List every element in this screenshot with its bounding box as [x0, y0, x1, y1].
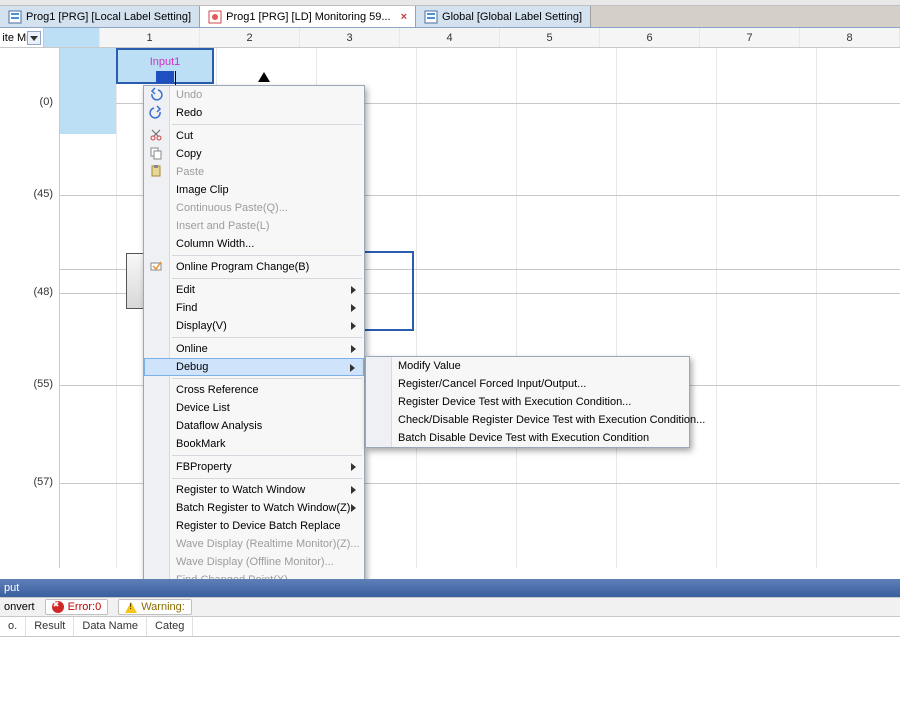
menu-cut[interactable]: Cut: [144, 127, 364, 145]
program-icon: [8, 10, 22, 24]
ruler-col: 6: [600, 28, 700, 47]
submenu-check-disable-register-device-test-with-execution-condition[interactable]: Check/Disable Register Device Test with …: [366, 411, 689, 429]
context-menu: UndoRedo CutCopyPasteImage ClipContinuous…: [143, 85, 365, 654]
menu-wave-display-realtime-monitor-z: Wave Display (Realtime Monitor)(Z)...: [144, 535, 364, 553]
panel-titlebar: put: [0, 579, 900, 597]
col-no: o.: [0, 617, 26, 636]
submenu-modify-value[interactable]: Modify Value: [366, 357, 689, 375]
warning-text: Warning:: [141, 601, 185, 613]
menu-paste: Paste: [144, 163, 364, 181]
row-number: (55): [33, 378, 53, 390]
menu-register-to-watch-window[interactable]: Register to Watch Window: [144, 481, 364, 499]
menu-display-v[interactable]: Display(V): [144, 317, 364, 335]
menu-cross-reference[interactable]: Cross Reference: [144, 381, 364, 399]
ruler-col: 8: [800, 28, 900, 47]
selection-handle: [156, 71, 174, 83]
selection-band: [60, 48, 116, 134]
panel-title: put: [0, 582, 19, 594]
redo-icon: [149, 105, 165, 121]
menu-image-clip[interactable]: Image Clip: [144, 181, 364, 199]
ladder-workspace: (0) (45) (48) (55) (57) Input1: [0, 48, 900, 568]
status-row: onvert Error:0 Warning:: [0, 597, 900, 617]
error-pill[interactable]: Error:0: [45, 599, 109, 615]
tab-global-label[interactable]: Global [Global Label Setting]: [416, 6, 591, 27]
row-number: (48): [33, 286, 53, 298]
menu-copy[interactable]: Copy: [144, 145, 364, 163]
menu-undo: Undo: [144, 86, 364, 104]
tab-monitoring[interactable]: Prog1 [PRG] [LD] Monitoring 59... ×: [200, 6, 416, 27]
col-category: Categ: [147, 617, 193, 636]
menu-insert-and-paste-l: Insert and Paste(L): [144, 217, 364, 235]
ruler-col: 2: [200, 28, 300, 47]
error-text: Error:0: [68, 601, 102, 613]
menu-fbproperty[interactable]: FBProperty: [144, 458, 364, 476]
undo-icon: [149, 87, 165, 103]
ruler-col: 4: [400, 28, 500, 47]
row-number: (0): [40, 96, 53, 108]
menu-redo[interactable]: Redo: [144, 104, 364, 122]
warning-icon: [125, 602, 137, 613]
submenu-arrow-icon: [351, 486, 356, 494]
submenu-arrow-icon: [351, 304, 356, 312]
submenu-batch-disable-device-test-with-execution-condition[interactable]: Batch Disable Device Test with Execution…: [366, 429, 689, 447]
cursor-pointer-icon: [258, 72, 270, 82]
menu-register-to-device-batch-replace[interactable]: Register to Device Batch Replace: [144, 517, 364, 535]
ruler-label-cell: ite Mntr: [0, 28, 44, 47]
close-icon[interactable]: ×: [401, 11, 407, 23]
ruler-col: 3: [300, 28, 400, 47]
col-data-name: Data Name: [74, 617, 147, 636]
global-icon: [424, 10, 438, 24]
menu-edit[interactable]: Edit: [144, 281, 364, 299]
row-number: (57): [33, 476, 53, 488]
col-result: Result: [26, 617, 74, 636]
copy-icon: [149, 146, 165, 162]
menu-column-width[interactable]: Column Width...: [144, 235, 364, 253]
menu-device-list[interactable]: Device List: [144, 399, 364, 417]
error-icon: [52, 601, 64, 613]
submenu-register-cancel-forced-input-output[interactable]: Register/Cancel Forced Input/Output...: [366, 375, 689, 393]
ruler-col: 1: [100, 28, 200, 47]
menu-find[interactable]: Find: [144, 299, 364, 317]
debug-submenu: Modify ValueRegister/Cancel Forced Input…: [365, 356, 690, 448]
menu-batch-register-to-watch-window-z[interactable]: Batch Register to Watch Window(Z): [144, 499, 364, 517]
menu-dataflow-analysis[interactable]: Dataflow Analysis: [144, 417, 364, 435]
submenu-register-device-test-with-execution-condition[interactable]: Register Device Test with Execution Cond…: [366, 393, 689, 411]
submenu-arrow-icon: [351, 322, 356, 330]
contact-label: Input1: [116, 56, 214, 68]
row-number: (45): [33, 188, 53, 200]
menu-online[interactable]: Online: [144, 340, 364, 358]
ruler-spacer: [44, 28, 100, 47]
tab-local-label[interactable]: Prog1 [PRG] [Local Label Setting]: [0, 6, 200, 27]
tab-label: Prog1 [PRG] [Local Label Setting]: [26, 11, 191, 23]
submenu-arrow-icon: [351, 463, 356, 471]
menu-debug[interactable]: Debug: [144, 358, 364, 376]
menu-online-program-change-b[interactable]: Online Program Change(B): [144, 258, 364, 276]
output-table-body: [0, 637, 900, 715]
menu-continuous-paste-q: Continuous Paste(Q)...: [144, 199, 364, 217]
ladder-icon: [208, 10, 222, 24]
ladder-block[interactable]: [126, 253, 144, 309]
submenu-arrow-icon: [351, 504, 356, 512]
paste-icon: [149, 164, 165, 180]
document-tabs: Prog1 [PRG] [Local Label Setting] Prog1 …: [0, 6, 900, 28]
menu-wave-display-offline-monitor: Wave Display (Offline Monitor)...: [144, 553, 364, 571]
submenu-arrow-icon: [351, 345, 356, 353]
column-ruler: ite Mntr 1 2 3 4 5 6 7 8: [0, 28, 900, 48]
menu-bookmark[interactable]: BookMark: [144, 435, 364, 453]
row-gutter: (0) (45) (48) (55) (57): [0, 48, 60, 568]
ruler-col: 7: [700, 28, 800, 47]
tab-label: Prog1 [PRG] [LD] Monitoring 59...: [226, 11, 390, 23]
submenu-arrow-icon: [350, 364, 355, 372]
warning-pill[interactable]: Warning:: [118, 599, 192, 615]
submenu-arrow-icon: [351, 286, 356, 294]
dropdown-icon[interactable]: [27, 31, 41, 45]
output-table-head: o. Result Data Name Categ: [0, 617, 900, 637]
tab-label: Global [Global Label Setting]: [442, 11, 582, 23]
cut-icon: [149, 128, 165, 144]
ruler-col: 5: [500, 28, 600, 47]
online-icon: [149, 259, 165, 275]
convert-label: onvert: [4, 601, 35, 613]
